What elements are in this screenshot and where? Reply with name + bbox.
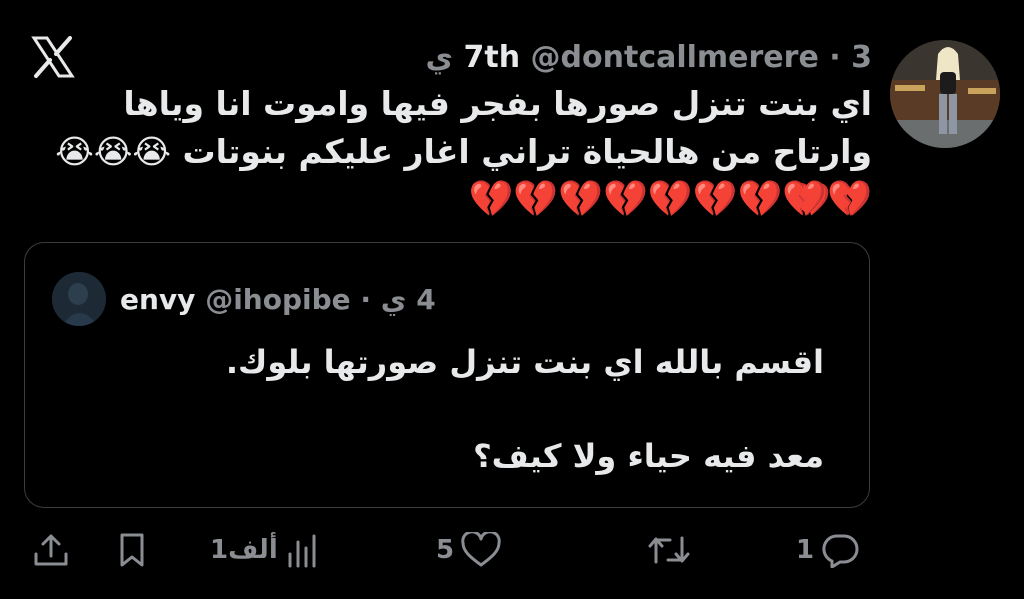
heart-icon (460, 532, 502, 568)
quoted-tweet-line-2: معد فيه حياء ولا كيف؟ (473, 437, 824, 475)
header-separator: · (829, 40, 841, 75)
reply-button[interactable]: 1 (796, 530, 860, 570)
like-count: 5 (436, 535, 455, 565)
share-button[interactable] (32, 530, 70, 570)
bookmark-icon (116, 532, 148, 568)
like-button[interactable]: 5 (436, 530, 502, 570)
x-logo-icon[interactable] (30, 34, 76, 80)
tweet-header: 7th @dontcallmerere · 3 ي (426, 38, 872, 78)
bookmark-button[interactable] (116, 530, 148, 570)
quoted-timestamp[interactable]: 4 ي (381, 280, 436, 320)
retweet-button[interactable] (640, 530, 692, 570)
reply-count: 1 (796, 535, 815, 565)
views-button[interactable]: 1ألف (210, 530, 322, 570)
quoted-author-avatar[interactable] (52, 272, 106, 326)
share-icon (32, 532, 70, 568)
retweet-icon (646, 532, 692, 568)
reply-icon (820, 532, 860, 568)
quoted-display-name[interactable]: envy (120, 283, 195, 316)
tweet-emoji-line: 💔💔💔💔💔💔💔💔💔 (468, 179, 872, 220)
quoted-separator: · (360, 283, 372, 316)
quoted-tweet-line-1: اقسم بالله اي بنت تنزل صورتها بلوك. (225, 343, 824, 381)
author-handle[interactable]: @dontcallmerere (531, 40, 819, 75)
views-count: 1ألف (210, 535, 278, 565)
quoted-handle[interactable]: @ihopibe (205, 283, 350, 316)
quoted-tweet-header: envy @ihopibe · 4 ي (120, 280, 436, 320)
author-display-name[interactable]: 7th (464, 40, 521, 75)
views-icon (284, 532, 322, 568)
author-avatar[interactable] (890, 40, 1000, 148)
